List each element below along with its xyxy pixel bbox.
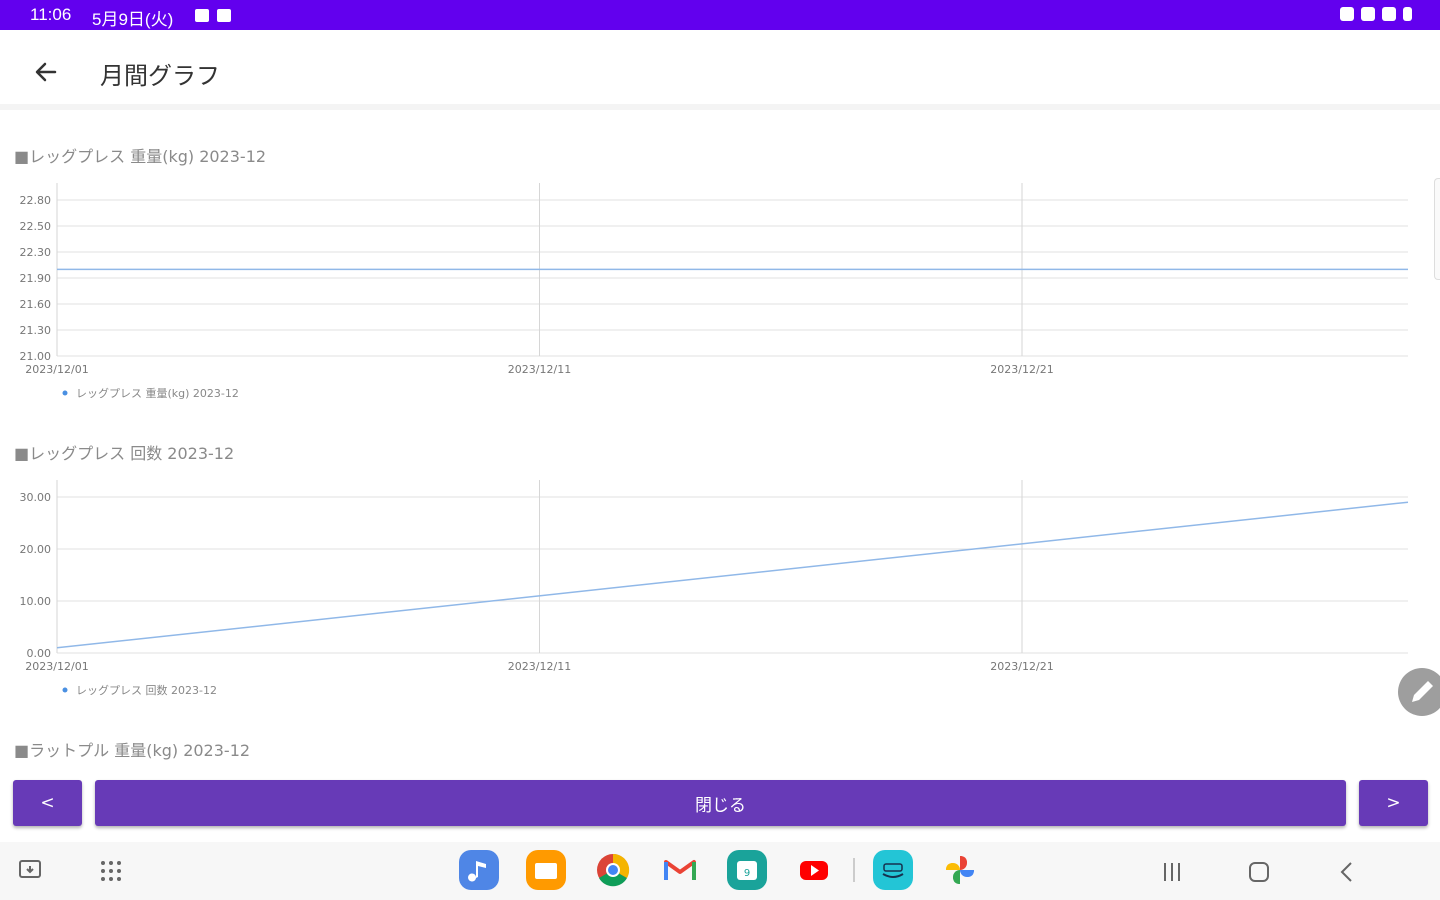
y-tick-label: 0.00 bbox=[27, 647, 52, 660]
legend-label: レッグプレス 重量(kg) 2023-12 bbox=[76, 386, 239, 400]
folder-icon[interactable] bbox=[526, 850, 566, 890]
y-tick-label: 20.00 bbox=[20, 543, 52, 556]
y-tick-label: 10.00 bbox=[20, 595, 52, 608]
status-time: 11:06 bbox=[30, 5, 72, 24]
weight-line-chart: 22.8022.5022.3021.9021.6021.3021.002023/… bbox=[20, 183, 1408, 400]
screenshot-icon[interactable] bbox=[17, 858, 43, 884]
status-icons bbox=[1340, 7, 1412, 21]
chart-title-weight: ■レッグプレス 重量(kg) 2023-12 bbox=[14, 147, 267, 166]
x-tick-label: 2023/12/11 bbox=[508, 660, 571, 673]
system-nav-bar bbox=[0, 842, 1440, 900]
y-tick-label: 22.80 bbox=[20, 194, 52, 207]
page-title: 月間グラフ bbox=[100, 62, 220, 90]
wifi-icon bbox=[1382, 7, 1396, 21]
y-tick-label: 30.00 bbox=[20, 491, 52, 504]
chrome-icon[interactable] bbox=[593, 850, 633, 890]
x-tick-label: 2023/12/21 bbox=[990, 660, 1053, 673]
chart-title-latpull: ■ラットプル 重量(kg) 2023-12 bbox=[14, 741, 251, 760]
next-button[interactable]: > bbox=[1359, 780, 1428, 826]
y-tick-label: 21.90 bbox=[20, 272, 52, 285]
home-icon[interactable] bbox=[1247, 860, 1271, 884]
mute-icon bbox=[1361, 7, 1375, 21]
photos-icon[interactable] bbox=[940, 850, 980, 890]
legend-label: レッグプレス 回数 2023-12 bbox=[76, 683, 217, 697]
message-icon bbox=[217, 9, 231, 22]
x-tick-label: 2023/12/01 bbox=[25, 363, 88, 376]
status-bar: 11:06 5月9日(火) bbox=[0, 0, 1440, 30]
x-tick-label: 2023/12/21 bbox=[990, 363, 1053, 376]
y-tick-label: 21.00 bbox=[20, 350, 52, 363]
legend-marker bbox=[62, 687, 68, 693]
prev-button[interactable]: < bbox=[13, 780, 82, 826]
chart-title-reps: ■レッグプレス 回数 2023-12 bbox=[14, 444, 235, 463]
edit-fab-button[interactable] bbox=[1398, 668, 1440, 716]
close-button[interactable]: 閉じる bbox=[95, 780, 1346, 826]
scroll-handle[interactable] bbox=[1434, 178, 1440, 280]
svg-text:9: 9 bbox=[744, 868, 750, 879]
battery-icon bbox=[1403, 7, 1412, 21]
music-icon[interactable] bbox=[459, 850, 499, 890]
x-tick-label: 2023/12/01 bbox=[25, 660, 88, 673]
vibrate-icon bbox=[1340, 7, 1354, 21]
series-line bbox=[56, 501, 1409, 649]
notification-icon bbox=[195, 9, 209, 22]
legend-marker bbox=[62, 390, 68, 396]
y-tick-label: 22.30 bbox=[20, 246, 52, 259]
reps-line-chart: 30.00 20.00 10.00 0.002023/12/01 2023/12/11 2… bbox=[20, 480, 1409, 697]
y-tick-label: 21.30 bbox=[20, 324, 52, 337]
apps-grid-icon[interactable] bbox=[98, 858, 124, 884]
pencil-icon bbox=[1412, 681, 1433, 702]
recent-apps-icon[interactable] bbox=[1160, 860, 1184, 884]
gmail-icon[interactable] bbox=[660, 850, 700, 890]
calendar-icon[interactable]: 9 bbox=[727, 850, 767, 890]
youtube-icon[interactable] bbox=[794, 850, 834, 890]
back-nav-icon[interactable] bbox=[1335, 860, 1359, 884]
x-tick-label: 2023/12/11 bbox=[508, 363, 571, 376]
prime-video-icon[interactable] bbox=[873, 850, 913, 890]
y-tick-label: 21.60 bbox=[20, 298, 52, 311]
y-tick-label: 22.50 bbox=[20, 220, 52, 233]
arrow-left-icon[interactable] bbox=[28, 54, 64, 90]
status-date: 5月9日(火) bbox=[92, 10, 174, 29]
dock-divider bbox=[853, 858, 855, 882]
app-toolbar: 月間グラフ bbox=[0, 30, 1440, 110]
